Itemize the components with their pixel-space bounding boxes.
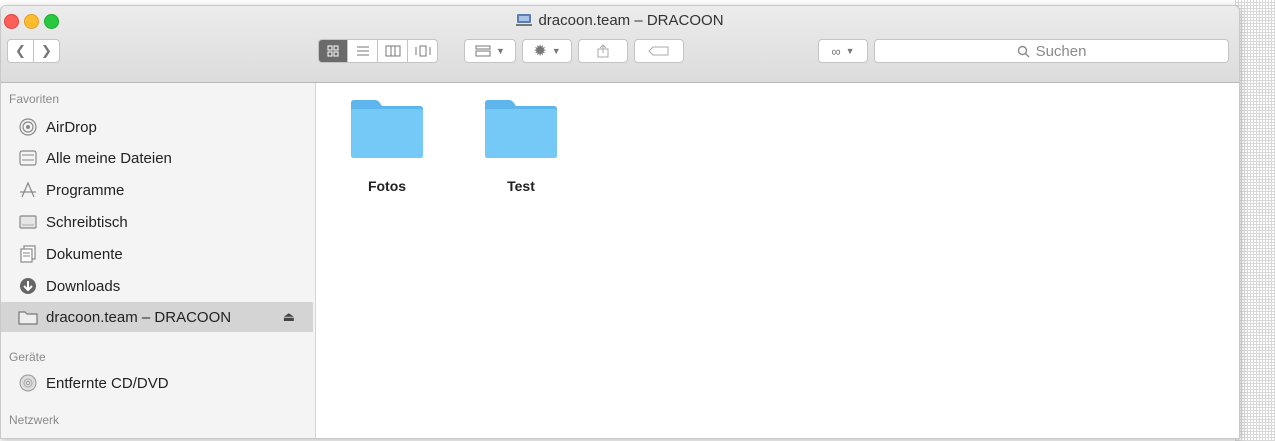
grid-icon xyxy=(327,45,339,57)
arrange-button[interactable]: ▼ xyxy=(464,39,516,63)
airdrop-icon xyxy=(18,117,38,137)
content-area: Fotos Test xyxy=(316,83,1239,438)
action-menu-button[interactable]: ✹ ▼ xyxy=(522,39,572,63)
sidebar-item-label: Entfernte CD/DVD xyxy=(46,374,169,392)
column-view-button[interactable] xyxy=(378,39,408,63)
favorites-heading: Favoriten xyxy=(9,92,60,106)
list-icon xyxy=(356,46,369,56)
sidebar-item-airdrop[interactable]: AirDrop xyxy=(1,112,313,142)
sidebar-item-remote-cd-dvd[interactable]: Entfernte CD/DVD xyxy=(1,368,313,398)
chevron-down-icon: ▼ xyxy=(845,46,855,56)
sidebar-item-label: dracoon.team – DRACOON xyxy=(46,308,232,326)
sidebar-item-documents[interactable]: Dokumente xyxy=(1,239,313,269)
dracoon-logo-icon: ∞ xyxy=(831,43,841,59)
sidebar-item-label: Alle meine Dateien xyxy=(46,149,172,167)
sidebar-item-label: Dokumente xyxy=(46,245,123,263)
cover-flow-icon xyxy=(415,45,430,57)
view-mode-segmented-control xyxy=(318,39,438,63)
network-heading: Netzwerk xyxy=(9,413,60,427)
cd-dvd-icon xyxy=(18,373,38,393)
sidebar-item-label: AirDrop xyxy=(46,118,97,136)
sidebar-item-all-files[interactable]: Alle meine Dateien xyxy=(1,143,313,173)
all-files-icon xyxy=(18,148,38,168)
folder-icon xyxy=(485,100,557,158)
sidebar-item-downloads[interactable]: Downloads xyxy=(1,271,313,301)
chevron-down-icon: ▼ xyxy=(496,46,505,56)
sidebar: Favoriten AirDrop Alle meine Dateien Pro… xyxy=(1,83,316,438)
search-icon xyxy=(1017,45,1030,57)
list-view-button[interactable] xyxy=(348,39,378,63)
gear-icon: ✹ xyxy=(533,43,547,60)
sidebar-item-dracoon[interactable]: dracoon.team – DRACOON ⏏ xyxy=(1,302,313,332)
eject-icon[interactable]: ⏏ xyxy=(283,309,295,325)
search-placeholder: Suchen xyxy=(1035,42,1087,60)
search-field[interactable]: Suchen xyxy=(874,39,1229,63)
background-pattern xyxy=(1235,0,1275,441)
icon-view-button[interactable] xyxy=(318,39,348,63)
sidebar-item-applications[interactable]: Programme xyxy=(1,175,313,205)
share-icon xyxy=(597,44,609,58)
documents-icon xyxy=(18,244,38,264)
sidebar-item-desktop[interactable]: Schreibtisch xyxy=(1,207,313,237)
network-drive-icon xyxy=(516,13,533,31)
finder-window: dracoon.team – DRACOON ❮ ❯ ▼ ✹ ▼ ∞ ▼ Suc… xyxy=(0,5,1240,439)
chevron-left-icon: ❮ xyxy=(15,43,26,58)
desktop-icon xyxy=(18,212,38,232)
applications-icon xyxy=(18,180,38,200)
folder-name: Test xyxy=(507,178,535,194)
share-button[interactable] xyxy=(578,39,628,63)
arrange-grid-icon xyxy=(475,45,491,57)
back-button[interactable]: ❮ xyxy=(7,39,34,63)
downloads-icon xyxy=(18,276,38,296)
chevron-right-icon: ❯ xyxy=(41,43,52,58)
forward-button[interactable]: ❯ xyxy=(33,39,60,63)
folder-icon xyxy=(351,100,423,158)
window-title: dracoon.team – DRACOON xyxy=(1,12,1239,31)
cover-flow-view-button[interactable] xyxy=(408,39,438,63)
sidebar-item-label: Programme xyxy=(46,181,125,199)
tag-icon xyxy=(648,46,669,56)
folder-item[interactable]: Test xyxy=(471,99,571,194)
sidebar-item-label: Schreibtisch xyxy=(46,213,128,231)
sidebar-item-label: Downloads xyxy=(46,277,121,295)
window-title-text: dracoon.team – DRACOON xyxy=(538,12,724,29)
title-bar: dracoon.team – DRACOON ❮ ❯ ▼ ✹ ▼ ∞ ▼ Suc… xyxy=(1,6,1239,83)
columns-icon xyxy=(385,45,400,57)
tag-button[interactable] xyxy=(634,39,684,63)
chevron-down-icon: ▼ xyxy=(551,46,561,56)
folder-icon xyxy=(18,307,38,327)
devices-heading: Geräte xyxy=(9,350,46,364)
folder-item[interactable]: Fotos xyxy=(337,99,437,194)
folder-name: Fotos xyxy=(367,178,407,194)
dracoon-menu-button[interactable]: ∞ ▼ xyxy=(818,39,868,63)
